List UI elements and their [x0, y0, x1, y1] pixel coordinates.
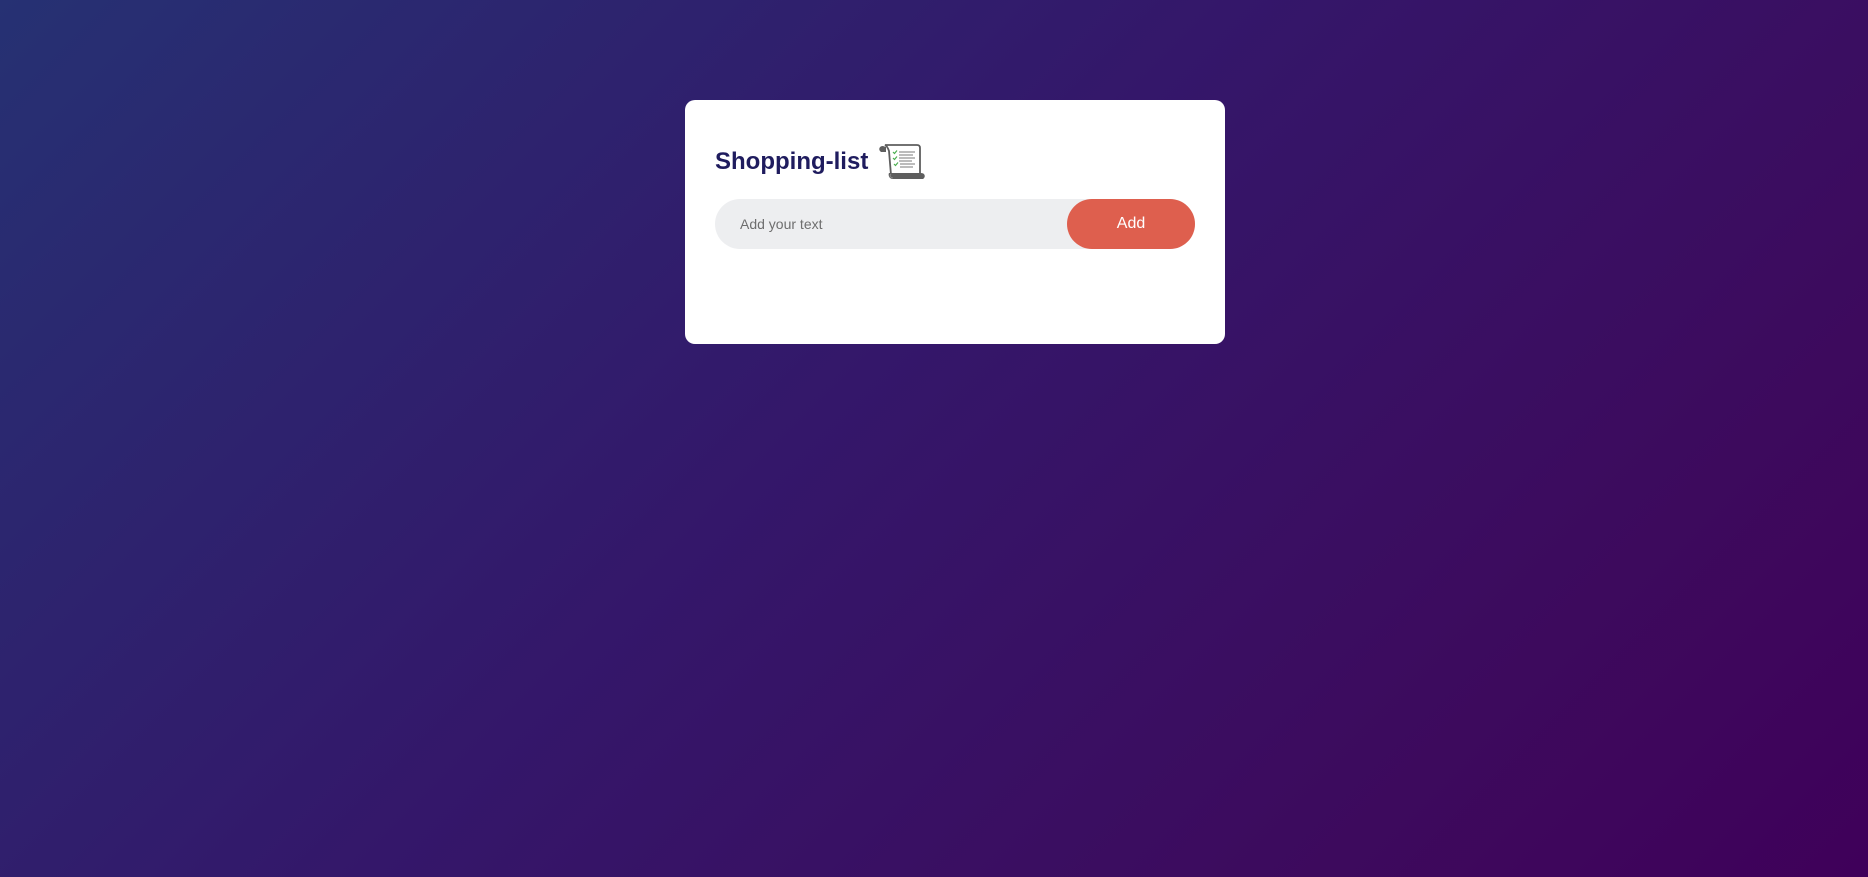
item-text-input[interactable] — [715, 199, 1067, 249]
input-row: Add — [715, 199, 1195, 249]
scroll-icon — [877, 141, 927, 183]
app-title: Shopping-list — [715, 148, 869, 175]
header: Shopping-list — [715, 140, 1195, 184]
add-button[interactable]: Add — [1067, 199, 1195, 249]
todo-card: Shopping-list Add your text Add — [685, 100, 1225, 344]
